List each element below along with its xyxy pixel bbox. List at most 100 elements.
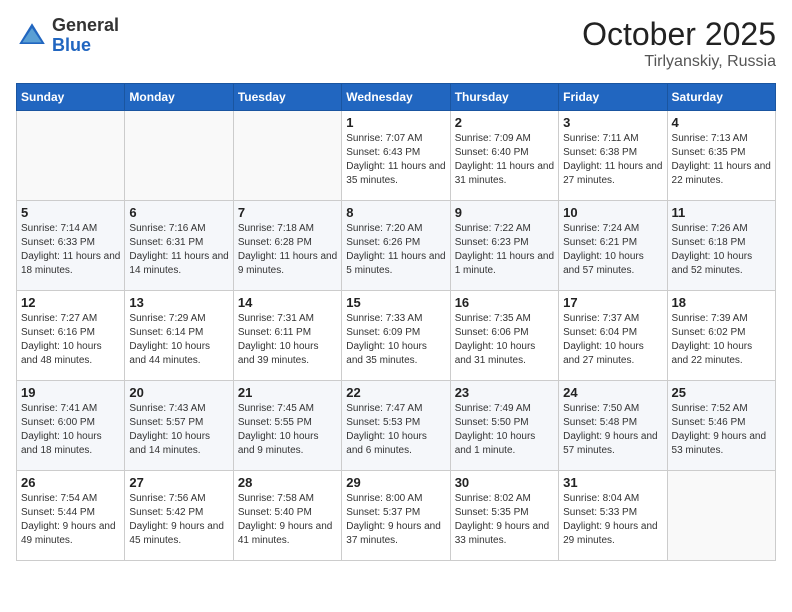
calendar-cell: 20 Sunrise: 7:43 AM Sunset: 5:57 PM Dayli… — [125, 381, 233, 471]
day-number: 28 — [238, 475, 337, 490]
day-info: Sunrise: 7:49 AM Sunset: 5:50 PM Dayligh… — [455, 402, 554, 458]
day-number: 10 — [563, 205, 662, 220]
day-number: 11 — [672, 205, 771, 220]
calendar-cell: 19 Sunrise: 7:41 AM Sunset: 6:00 PM Dayli… — [17, 381, 125, 471]
day-info: Sunrise: 7:33 AM Sunset: 6:09 PM Dayligh… — [346, 312, 445, 368]
day-number: 23 — [455, 385, 554, 400]
day-number: 6 — [129, 205, 228, 220]
day-info: Sunrise: 7:50 AM Sunset: 5:48 PM Dayligh… — [563, 402, 662, 458]
day-info: Sunrise: 7:31 AM Sunset: 6:11 PM Dayligh… — [238, 312, 337, 368]
day-info: Sunrise: 7:41 AM Sunset: 6:00 PM Dayligh… — [21, 402, 120, 458]
day-number: 29 — [346, 475, 445, 490]
calendar-cell: 22 Sunrise: 7:47 AM Sunset: 5:53 PM Dayli… — [342, 381, 450, 471]
day-info: Sunrise: 7:56 AM Sunset: 5:42 PM Dayligh… — [129, 492, 228, 548]
day-info: Sunrise: 7:47 AM Sunset: 5:53 PM Dayligh… — [346, 402, 445, 458]
day-number: 19 — [21, 385, 120, 400]
calendar-cell: 25 Sunrise: 7:52 AM Sunset: 5:46 PM Dayli… — [667, 381, 775, 471]
title-block: October 2025 Tirlyanskiy, Russia — [582, 16, 776, 71]
day-info: Sunrise: 7:22 AM Sunset: 6:23 PM Dayligh… — [455, 222, 554, 278]
weekday-header: Sunday — [17, 84, 125, 111]
day-info: Sunrise: 7:43 AM Sunset: 5:57 PM Dayligh… — [129, 402, 228, 458]
day-info: Sunrise: 7:18 AM Sunset: 6:28 PM Dayligh… — [238, 222, 337, 278]
day-info: Sunrise: 7:58 AM Sunset: 5:40 PM Dayligh… — [238, 492, 337, 548]
calendar-cell: 24 Sunrise: 7:50 AM Sunset: 5:48 PM Dayli… — [559, 381, 667, 471]
calendar-cell: 29 Sunrise: 8:00 AM Sunset: 5:37 PM Dayli… — [342, 471, 450, 561]
calendar-table: SundayMondayTuesdayWednesdayThursdayFrid… — [16, 83, 776, 561]
calendar-cell: 15Sunrise: 7:33 AM Sunset: 6:09 PM Dayli… — [342, 291, 450, 381]
calendar-cell — [233, 111, 341, 201]
day-number: 9 — [455, 205, 554, 220]
location: Tirlyanskiy, Russia — [582, 53, 776, 71]
calendar-cell: 31 Sunrise: 8:04 AM Sunset: 5:33 PM Dayli… — [559, 471, 667, 561]
calendar-cell — [17, 111, 125, 201]
day-info: Sunrise: 7:07 AM Sunset: 6:43 PM Dayligh… — [346, 132, 445, 188]
weekday-header: Tuesday — [233, 84, 341, 111]
calendar-cell: 28 Sunrise: 7:58 AM Sunset: 5:40 PM Dayli… — [233, 471, 341, 561]
day-number: 2 — [455, 115, 554, 130]
logo: General Blue — [16, 16, 119, 56]
calendar-cell: 9 Sunrise: 7:22 AM Sunset: 6:23 PM Daylig… — [450, 201, 558, 291]
day-info: Sunrise: 7:39 AM Sunset: 6:02 PM Dayligh… — [672, 312, 771, 368]
day-number: 1 — [346, 115, 445, 130]
weekday-header: Thursday — [450, 84, 558, 111]
calendar-cell: 14 Sunrise: 7:31 AM Sunset: 6:11 PM Dayli… — [233, 291, 341, 381]
calendar-cell: 6 Sunrise: 7:16 AM Sunset: 6:31 PM Daylig… — [125, 201, 233, 291]
calendar-cell: 30Sunrise: 8:02 AM Sunset: 5:35 PM Dayli… — [450, 471, 558, 561]
day-info: Sunrise: 8:04 AM Sunset: 5:33 PM Dayligh… — [563, 492, 662, 548]
day-number: 12 — [21, 295, 120, 310]
calendar-cell: 7 Sunrise: 7:18 AM Sunset: 6:28 PM Daylig… — [233, 201, 341, 291]
weekday-header: Wednesday — [342, 84, 450, 111]
day-info: Sunrise: 8:00 AM Sunset: 5:37 PM Dayligh… — [346, 492, 445, 548]
day-number: 5 — [21, 205, 120, 220]
day-info: Sunrise: 7:16 AM Sunset: 6:31 PM Dayligh… — [129, 222, 228, 278]
day-info: Sunrise: 7:52 AM Sunset: 5:46 PM Dayligh… — [672, 402, 771, 458]
page-header: General Blue October 2025 Tirlyanskiy, R… — [16, 16, 776, 71]
day-info: Sunrise: 7:45 AM Sunset: 5:55 PM Dayligh… — [238, 402, 337, 458]
day-number: 27 — [129, 475, 228, 490]
day-number: 3 — [563, 115, 662, 130]
day-info: Sunrise: 7:29 AM Sunset: 6:14 PM Dayligh… — [129, 312, 228, 368]
day-number: 4 — [672, 115, 771, 130]
calendar-cell: 10 Sunrise: 7:24 AM Sunset: 6:21 PM Dayli… — [559, 201, 667, 291]
calendar-cell: 1 Sunrise: 7:07 AM Sunset: 6:43 PM Daylig… — [342, 111, 450, 201]
day-number: 18 — [672, 295, 771, 310]
day-number: 17 — [563, 295, 662, 310]
day-info: Sunrise: 8:02 AM Sunset: 5:35 PM Dayligh… — [455, 492, 554, 548]
day-info: Sunrise: 7:37 AM Sunset: 6:04 PM Dayligh… — [563, 312, 662, 368]
calendar-cell: 3 Sunrise: 7:11 AM Sunset: 6:38 PM Daylig… — [559, 111, 667, 201]
day-info: Sunrise: 7:24 AM Sunset: 6:21 PM Dayligh… — [563, 222, 662, 278]
day-number: 20 — [129, 385, 228, 400]
day-info: Sunrise: 7:35 AM Sunset: 6:06 PM Dayligh… — [455, 312, 554, 368]
calendar-cell: 5 Sunrise: 7:14 AM Sunset: 6:33 PM Daylig… — [17, 201, 125, 291]
calendar-cell: 18 Sunrise: 7:39 AM Sunset: 6:02 PM Dayli… — [667, 291, 775, 381]
calendar-cell: 17 Sunrise: 7:37 AM Sunset: 6:04 PM Dayli… — [559, 291, 667, 381]
calendar-cell: 4 Sunrise: 7:13 AM Sunset: 6:35 PM Daylig… — [667, 111, 775, 201]
day-number: 7 — [238, 205, 337, 220]
day-number: 13 — [129, 295, 228, 310]
day-info: Sunrise: 7:14 AM Sunset: 6:33 PM Dayligh… — [21, 222, 120, 278]
weekday-header: Friday — [559, 84, 667, 111]
calendar-cell: 16 Sunrise: 7:35 AM Sunset: 6:06 PM Dayli… — [450, 291, 558, 381]
day-info: Sunrise: 7:13 AM Sunset: 6:35 PM Dayligh… — [672, 132, 771, 188]
day-info: Sunrise: 7:11 AM Sunset: 6:38 PM Dayligh… — [563, 132, 662, 188]
day-number: 16 — [455, 295, 554, 310]
day-number: 24 — [563, 385, 662, 400]
calendar-week-row: 26Sunrise: 7:54 AM Sunset: 5:44 PM Dayli… — [17, 471, 776, 561]
day-number: 31 — [563, 475, 662, 490]
calendar-cell — [667, 471, 775, 561]
day-number: 25 — [672, 385, 771, 400]
day-info: Sunrise: 7:54 AM Sunset: 5:44 PM Dayligh… — [21, 492, 120, 548]
weekday-header: Monday — [125, 84, 233, 111]
day-info: Sunrise: 7:09 AM Sunset: 6:40 PM Dayligh… — [455, 132, 554, 188]
day-info: Sunrise: 7:20 AM Sunset: 6:26 PM Dayligh… — [346, 222, 445, 278]
weekday-header: Saturday — [667, 84, 775, 111]
calendar-cell: 27 Sunrise: 7:56 AM Sunset: 5:42 PM Dayli… — [125, 471, 233, 561]
day-number: 22 — [346, 385, 445, 400]
day-number: 14 — [238, 295, 337, 310]
calendar-week-row: 19 Sunrise: 7:41 AM Sunset: 6:00 PM Dayli… — [17, 381, 776, 471]
month-title: October 2025 — [582, 16, 776, 53]
logo-icon — [16, 20, 48, 52]
calendar-cell: 8Sunrise: 7:20 AM Sunset: 6:26 PM Daylig… — [342, 201, 450, 291]
calendar-week-row: 1 Sunrise: 7:07 AM Sunset: 6:43 PM Daylig… — [17, 111, 776, 201]
calendar-week-row: 12Sunrise: 7:27 AM Sunset: 6:16 PM Dayli… — [17, 291, 776, 381]
